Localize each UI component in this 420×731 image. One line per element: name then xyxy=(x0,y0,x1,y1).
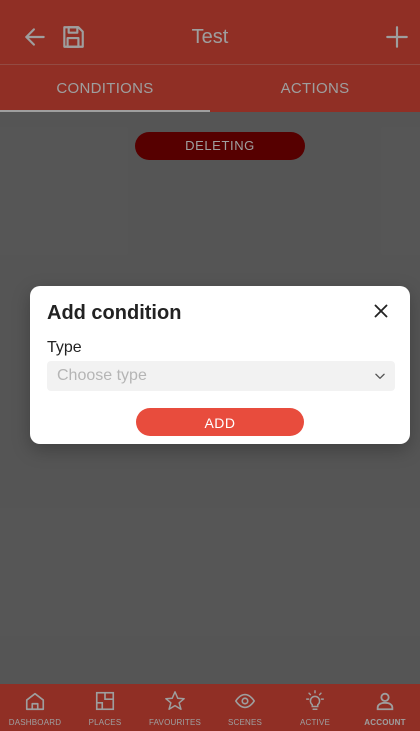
chevron-down-icon xyxy=(375,373,385,379)
add-condition-dialog: Add condition Type Choose type ADD xyxy=(30,286,410,444)
type-label: Type xyxy=(47,339,82,356)
add-button[interactable]: ADD xyxy=(136,408,304,436)
close-icon[interactable] xyxy=(370,300,392,322)
dialog-title: Add condition xyxy=(47,302,182,324)
type-select[interactable]: Choose type xyxy=(47,361,395,391)
type-select-placeholder: Choose type xyxy=(57,367,147,384)
